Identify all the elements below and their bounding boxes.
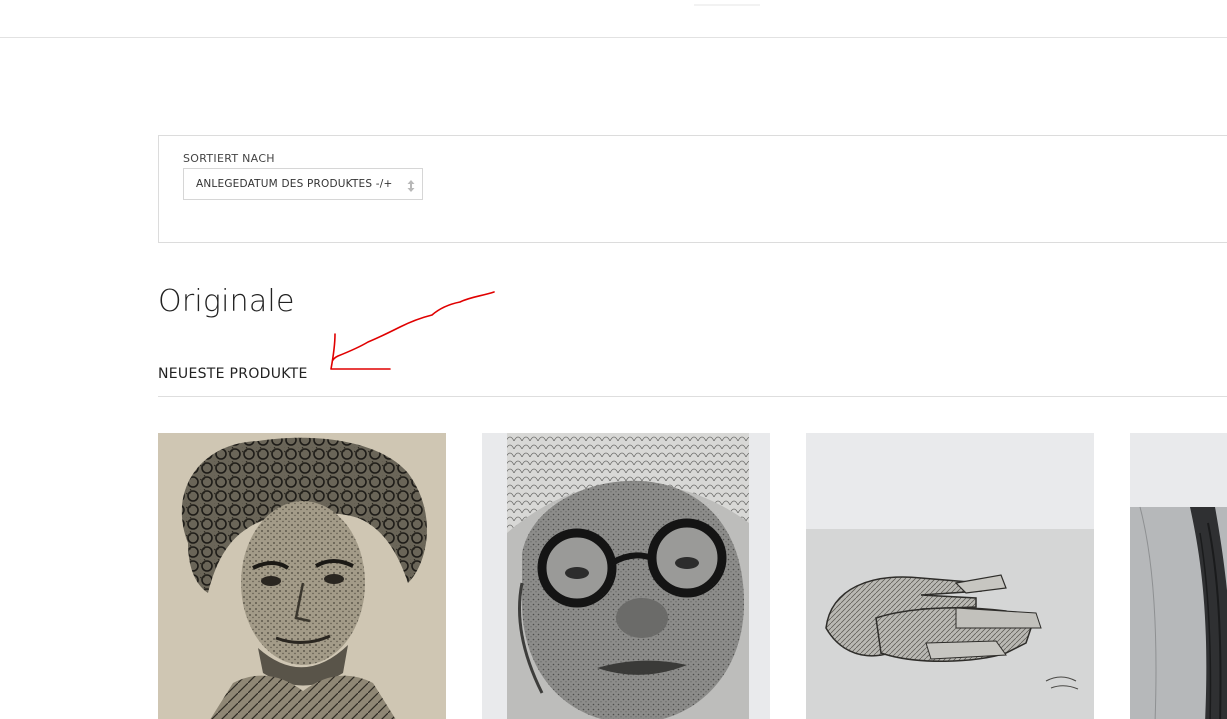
sort-arrows-icon	[406, 179, 416, 193]
sort-filter-panel: SORTIERT NACH ANLEGEDATUM DES PRODUKTES …	[158, 135, 1227, 243]
product-image-glasses-portrait	[482, 433, 770, 719]
sort-label: SORTIERT NACH	[183, 152, 275, 165]
product-card-4[interactable]	[1130, 433, 1227, 719]
section-heading: NEUESTE PRODUKTE	[158, 366, 308, 382]
sort-select-value: ANLEGEDATUM DES PRODUKTES -/+	[196, 178, 393, 190]
product-image-hands-drawing	[806, 433, 1094, 719]
product-card-1[interactable]	[158, 433, 446, 719]
section-divider	[158, 396, 1227, 397]
page: SORTIERT NACH ANLEGEDATUM DES PRODUKTES …	[0, 0, 1227, 719]
product-card-2[interactable]	[482, 433, 770, 719]
top-navigation-bar	[0, 0, 1227, 38]
sort-select[interactable]: ANLEGEDATUM DES PRODUKTES -/+	[183, 168, 423, 200]
product-image-portrait-partial	[1130, 433, 1227, 719]
page-title: Originale	[158, 284, 295, 319]
navigation-indicator	[694, 4, 760, 6]
product-card-3[interactable]	[806, 433, 1094, 719]
product-image-curly-hair-portrait	[158, 433, 446, 719]
